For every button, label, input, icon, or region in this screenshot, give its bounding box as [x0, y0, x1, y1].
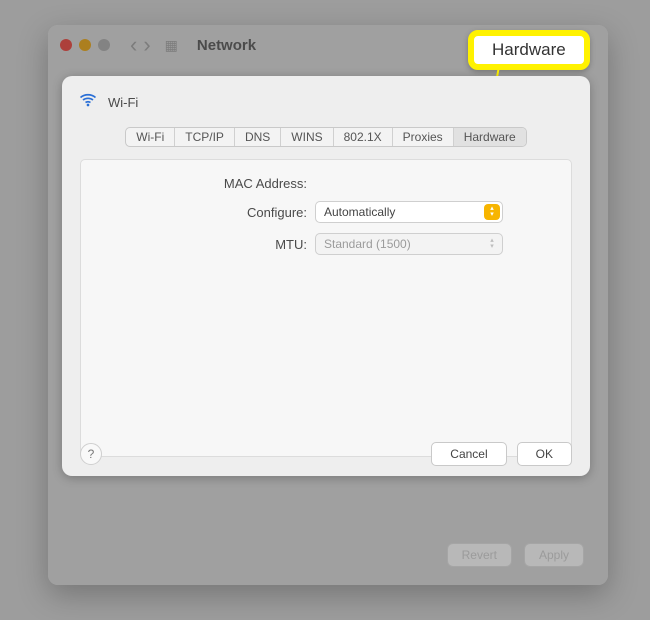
tab-dns[interactable]: DNS	[235, 128, 281, 146]
tab-wins[interactable]: WINS	[281, 128, 333, 146]
tab-proxies[interactable]: Proxies	[393, 128, 454, 146]
callout-hardware: Hardware	[468, 30, 590, 70]
chevron-up-down-icon: ▴▾	[484, 236, 500, 252]
revert-button[interactable]: Revert	[447, 543, 512, 567]
mtu-select: Standard (1500) ▴▾	[315, 233, 503, 255]
interface-name: Wi-Fi	[108, 95, 138, 110]
tab-wifi[interactable]: Wi-Fi	[126, 128, 175, 146]
row-mtu: MTU: Standard (1500) ▴▾	[97, 233, 555, 255]
apply-button[interactable]: Apply	[524, 543, 584, 567]
tabs: Wi-Fi TCP/IP DNS WINS 802.1X Proxies Har…	[125, 127, 526, 147]
wifi-icon	[78, 90, 98, 115]
hardware-panel: MAC Address: Configure: Automatically ▴▾…	[80, 159, 572, 457]
tab-hardware[interactable]: Hardware	[454, 128, 526, 146]
sheet-footer: ? Cancel OK	[62, 442, 590, 466]
sheet-header: Wi-Fi	[62, 76, 590, 121]
help-button[interactable]: ?	[80, 443, 102, 465]
cancel-button[interactable]: Cancel	[431, 442, 506, 466]
row-mac: MAC Address:	[97, 176, 555, 191]
chevron-up-down-icon: ▴▾	[484, 204, 500, 220]
configure-label: Configure:	[97, 205, 315, 220]
mac-address-label: MAC Address:	[97, 176, 315, 191]
mtu-value: Standard (1500)	[324, 237, 411, 251]
tab-8021x[interactable]: 802.1X	[334, 128, 393, 146]
advanced-sheet: Wi-Fi Wi-Fi TCP/IP DNS WINS 802.1X Proxi…	[62, 76, 590, 476]
configure-select[interactable]: Automatically ▴▾	[315, 201, 503, 223]
tab-tcpip[interactable]: TCP/IP	[175, 128, 235, 146]
configure-value: Automatically	[324, 205, 395, 219]
ok-button[interactable]: OK	[517, 442, 572, 466]
row-configure: Configure: Automatically ▴▾	[97, 201, 555, 223]
window-footer: Revert Apply	[447, 543, 584, 567]
tabbar: Wi-Fi TCP/IP DNS WINS 802.1X Proxies Har…	[62, 127, 590, 147]
mtu-label: MTU:	[97, 237, 315, 252]
